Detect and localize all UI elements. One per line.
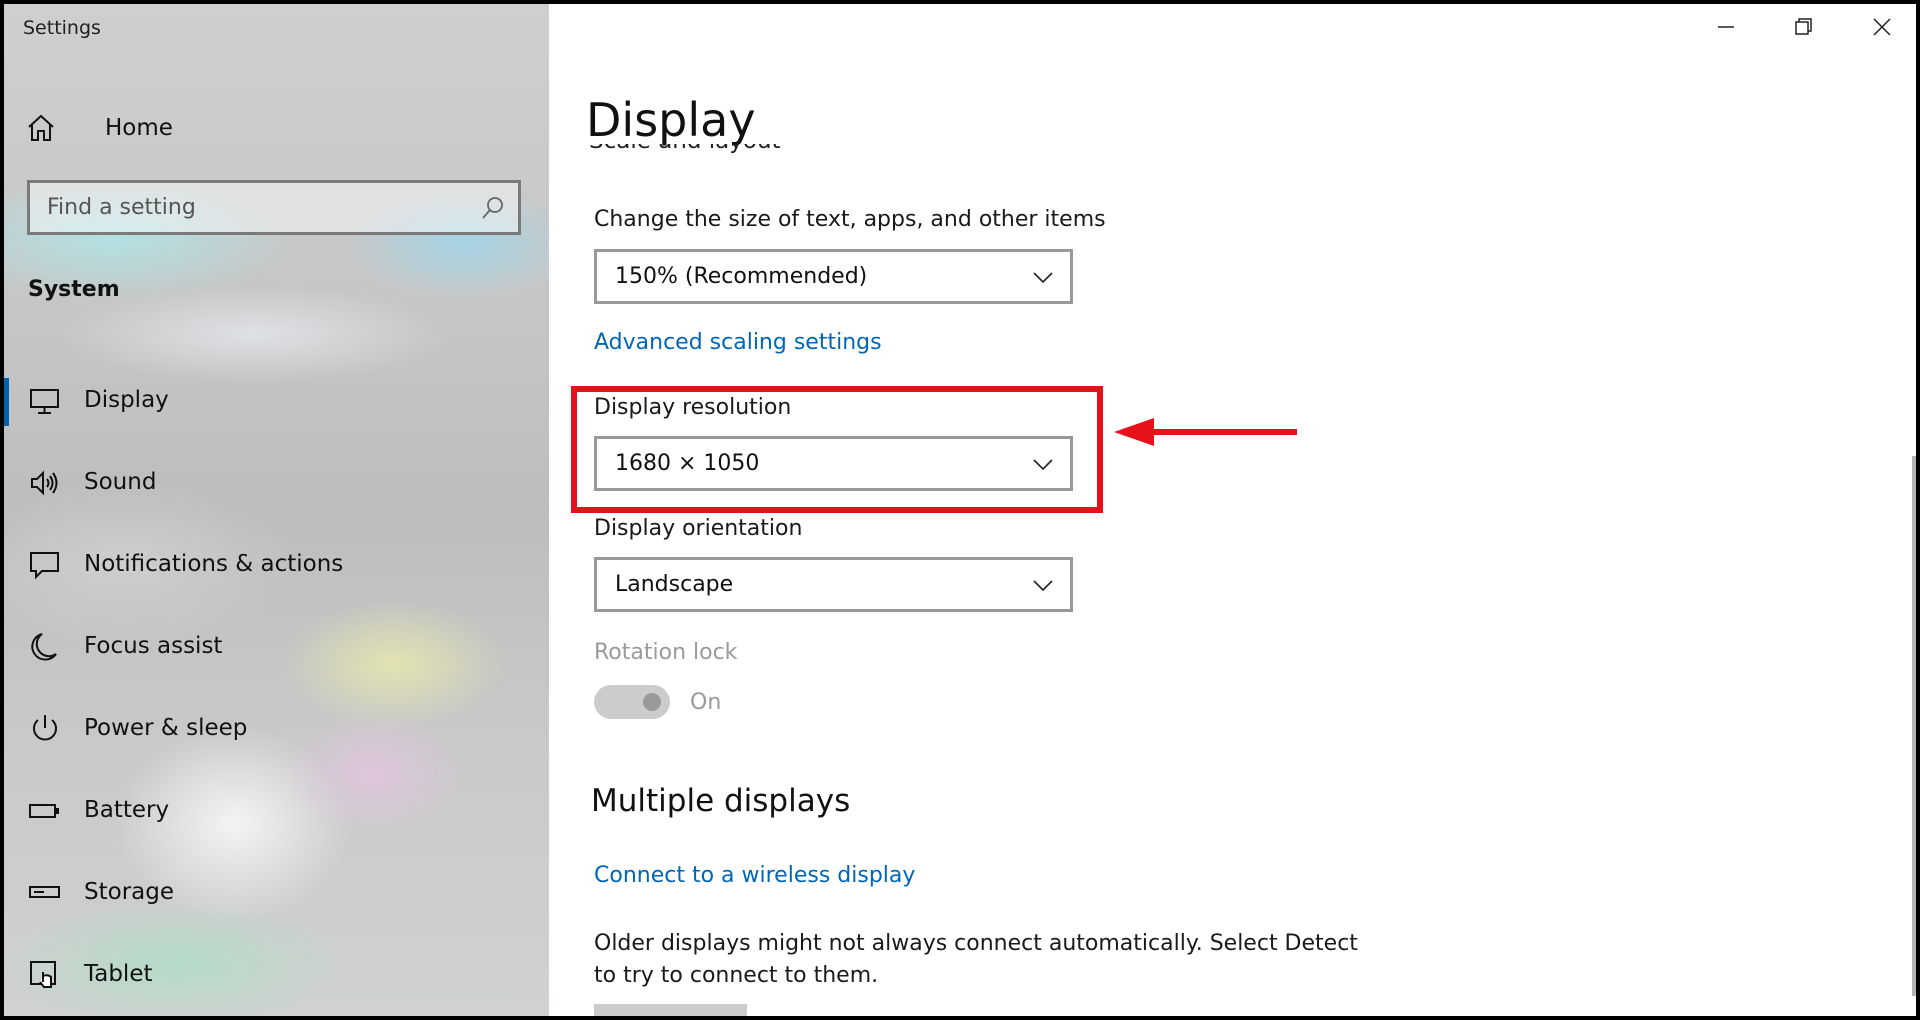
scrolled-heading: Scale and layout	[589, 144, 1189, 164]
sidebar-item-notifications[interactable]: Notifications & actions	[4, 525, 549, 607]
search-input[interactable]	[30, 183, 518, 232]
sidebar-item-label: Battery	[84, 797, 170, 823]
sidebar-item-power-sleep[interactable]: Power & sleep	[4, 689, 549, 771]
selected-indicator	[4, 870, 9, 918]
orientation-value: Landscape	[615, 572, 734, 597]
close-icon	[1872, 17, 1892, 41]
storage-icon	[28, 876, 62, 910]
orientation-dropdown[interactable]: Landscape	[594, 557, 1073, 612]
scrolled-heading-text: Scale and layout	[589, 144, 781, 154]
sidebar-item-label: Focus assist	[84, 633, 223, 659]
battery-icon	[28, 794, 62, 828]
rotation-lock-toggle[interactable]	[594, 685, 670, 719]
tablet-icon	[28, 958, 62, 992]
speaker-icon	[28, 466, 62, 500]
minimize-icon	[1716, 17, 1736, 41]
highlight-box	[571, 386, 1103, 513]
sidebar-nav: Display Sound Notifications & actions Fo…	[4, 361, 549, 1016]
detect-button[interactable]	[594, 1004, 747, 1016]
selected-indicator	[4, 952, 9, 1000]
sidebar-item-tablet[interactable]: Tablet	[4, 935, 549, 1016]
orientation-label: Display orientation	[594, 516, 803, 541]
selected-indicator	[4, 542, 9, 590]
scale-label: Change the size of text, apps, and other…	[594, 207, 1106, 232]
scale-dropdown[interactable]: 150% (Recommended)	[594, 249, 1073, 304]
sidebar: Settings Home System Display	[4, 4, 549, 1016]
selected-indicator	[4, 624, 9, 672]
sidebar-item-sound[interactable]: Sound	[4, 443, 549, 525]
multiple-displays-heading: Multiple displays	[591, 783, 851, 819]
monitor-icon	[28, 384, 62, 418]
home-label: Home	[105, 115, 173, 141]
sidebar-item-focus-assist[interactable]: Focus assist	[4, 607, 549, 689]
restore-button[interactable]	[1765, 4, 1843, 54]
chevron-down-icon	[1032, 576, 1054, 594]
restore-icon	[1794, 17, 1814, 41]
message-icon	[28, 548, 62, 582]
advanced-scaling-link[interactable]: Advanced scaling settings	[594, 330, 882, 355]
rotation-lock-state: On	[690, 690, 722, 715]
section-title: System	[28, 277, 120, 302]
search-box[interactable]	[27, 180, 521, 235]
close-button[interactable]	[1843, 4, 1916, 54]
annotation-arrow	[1112, 412, 1302, 452]
sidebar-item-label: Power & sleep	[84, 715, 248, 741]
app-title: Settings	[23, 17, 101, 39]
sidebar-item-display[interactable]: Display	[4, 361, 549, 443]
page-title: Display	[586, 93, 756, 147]
wireless-display-link[interactable]: Connect to a wireless display	[594, 863, 915, 888]
scrollbar[interactable]	[1912, 456, 1916, 996]
search-icon[interactable]	[480, 195, 506, 221]
selected-indicator	[4, 706, 9, 754]
sidebar-item-label: Display	[84, 387, 169, 413]
power-icon	[28, 712, 62, 746]
selected-indicator	[4, 460, 9, 508]
sidebar-item-label: Sound	[84, 469, 157, 495]
minimize-button[interactable]	[1687, 4, 1765, 54]
sidebar-item-label: Notifications & actions	[84, 551, 344, 577]
home-nav-item[interactable]: Home	[26, 108, 526, 148]
selected-indicator	[4, 788, 9, 836]
settings-window: Settings Home System Display	[4, 4, 1916, 1016]
home-icon	[26, 108, 66, 148]
rotation-lock-label: Rotation lock	[594, 640, 738, 665]
sidebar-item-storage[interactable]: Storage	[4, 853, 549, 935]
chevron-down-icon	[1032, 268, 1054, 286]
sidebar-item-battery[interactable]: Battery	[4, 771, 549, 853]
detect-description: Older displays might not always connect …	[594, 931, 1358, 988]
scale-value: 150% (Recommended)	[615, 264, 868, 289]
toggle-knob	[643, 693, 661, 711]
sidebar-item-label: Tablet	[84, 961, 153, 987]
selected-indicator	[4, 378, 9, 426]
moon-icon	[28, 630, 62, 664]
sidebar-item-label: Storage	[84, 879, 174, 905]
